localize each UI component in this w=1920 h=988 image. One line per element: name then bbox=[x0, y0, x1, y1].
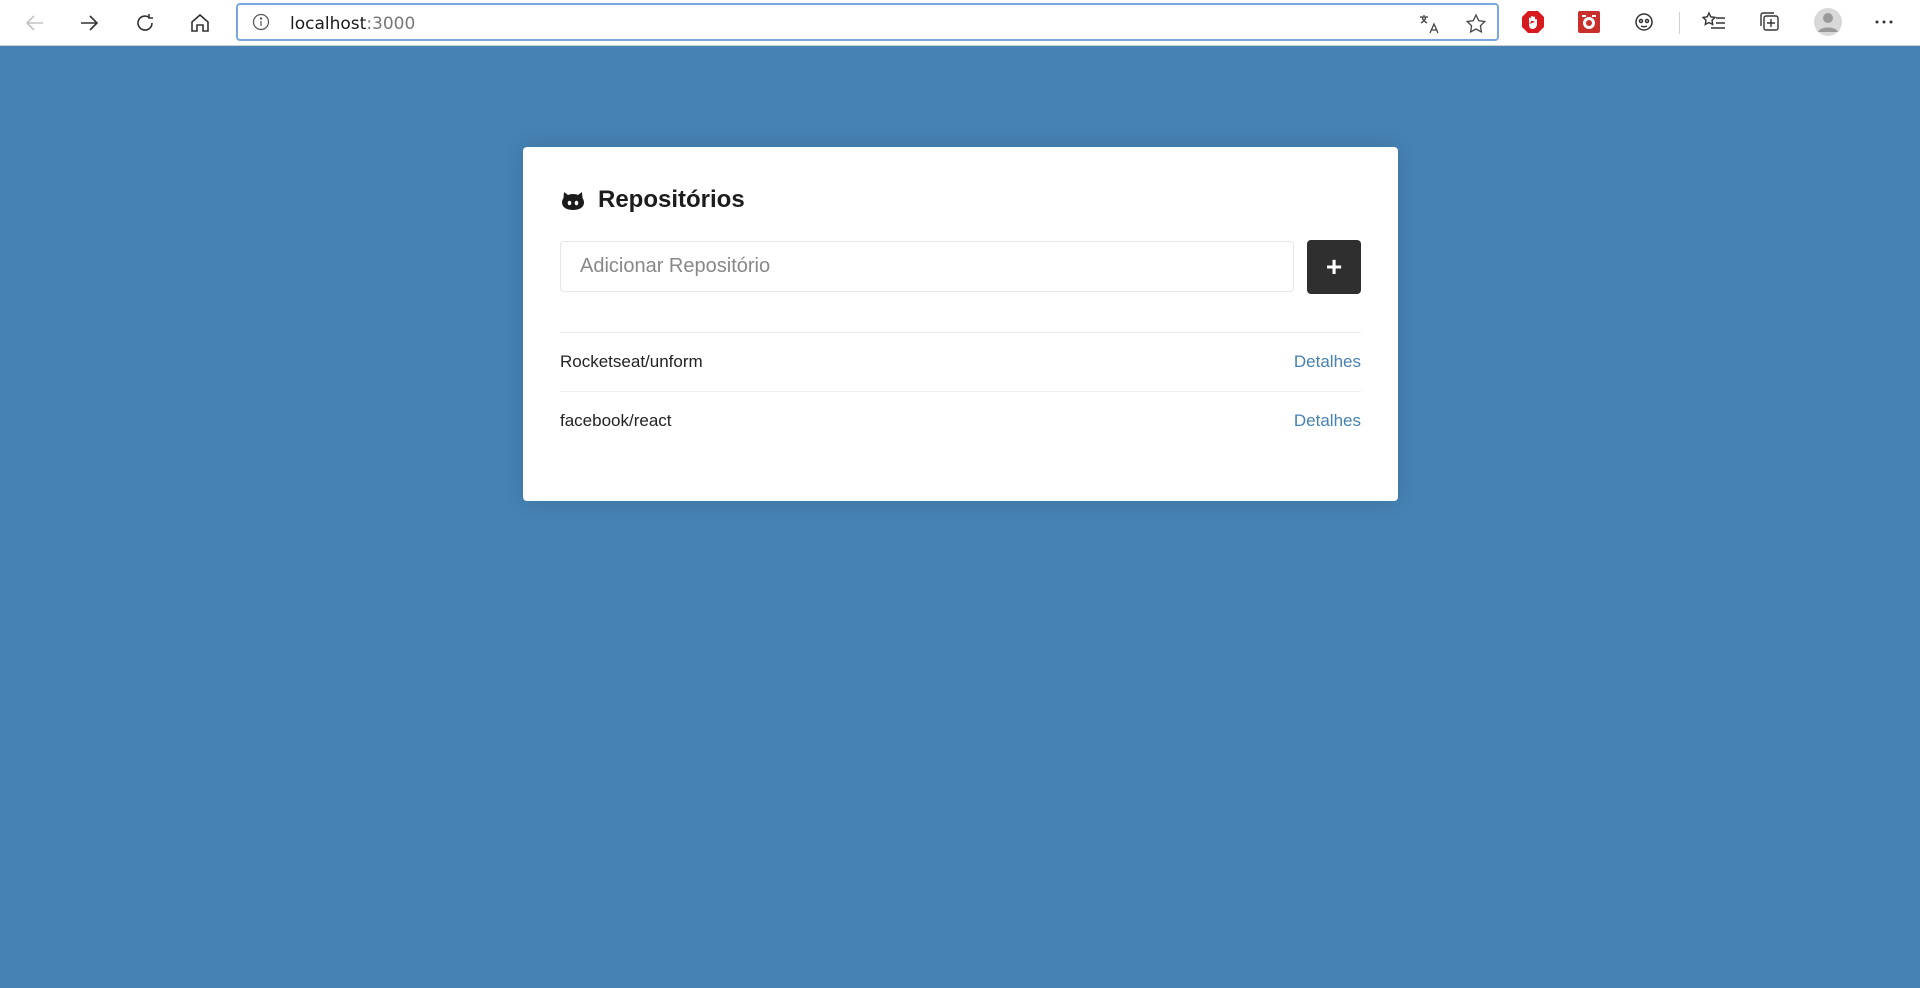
red-extension-icon[interactable] bbox=[1576, 9, 1602, 35]
list-item: Rocketseat/unform Detalhes bbox=[560, 332, 1361, 391]
details-link[interactable]: Detalhes bbox=[1294, 411, 1361, 431]
repository-name: facebook/react bbox=[560, 411, 672, 430]
address-bar[interactable]: localhost:3000 bbox=[236, 3, 1499, 41]
home-button[interactable] bbox=[182, 5, 218, 41]
page-title: Repositórios bbox=[598, 186, 745, 213]
url-host: localhost bbox=[290, 14, 367, 34]
github-icon bbox=[562, 192, 584, 210]
adblock-extension-icon[interactable] bbox=[1520, 9, 1546, 35]
repository-input[interactable] bbox=[560, 241, 1294, 292]
refresh-button[interactable] bbox=[127, 5, 163, 41]
info-icon[interactable] bbox=[252, 13, 270, 31]
arrow-right-icon bbox=[81, 15, 99, 31]
collections-icon[interactable] bbox=[1757, 9, 1783, 35]
profile-avatar-icon[interactable] bbox=[1813, 7, 1843, 37]
translate-icon[interactable] bbox=[1417, 12, 1441, 36]
list-item: facebook/react Detalhes bbox=[560, 391, 1361, 450]
back-button[interactable] bbox=[17, 5, 53, 41]
incognito-extension-icon[interactable] bbox=[1631, 9, 1657, 35]
add-repository-button[interactable]: + bbox=[1307, 240, 1361, 294]
repository-name: Rocketseat/unform bbox=[560, 352, 703, 371]
refresh-icon bbox=[137, 14, 153, 31]
repositories-card: Repositórios + Rocketseat/unform Detalhe… bbox=[523, 147, 1398, 501]
repository-list: Rocketseat/unform Detalhes facebook/reac… bbox=[560, 332, 1361, 450]
toolbar-separator bbox=[1679, 12, 1680, 34]
arrow-left-icon bbox=[25, 15, 43, 31]
forward-button[interactable] bbox=[71, 5, 107, 41]
more-options-icon[interactable] bbox=[1871, 9, 1897, 35]
details-link[interactable]: Detalhes bbox=[1294, 352, 1361, 372]
favorite-star-icon[interactable] bbox=[1464, 12, 1488, 36]
home-icon bbox=[191, 13, 209, 32]
url-port: :3000 bbox=[366, 14, 416, 34]
card-header: Repositórios bbox=[560, 186, 1361, 214]
favorites-list-icon[interactable] bbox=[1702, 9, 1728, 35]
plus-icon: + bbox=[1325, 251, 1343, 282]
url-text[interactable]: localhost:3000 bbox=[290, 14, 415, 34]
browser-toolbar: localhost:3000 bbox=[0, 0, 1920, 46]
add-repository-form: + bbox=[560, 240, 1361, 294]
